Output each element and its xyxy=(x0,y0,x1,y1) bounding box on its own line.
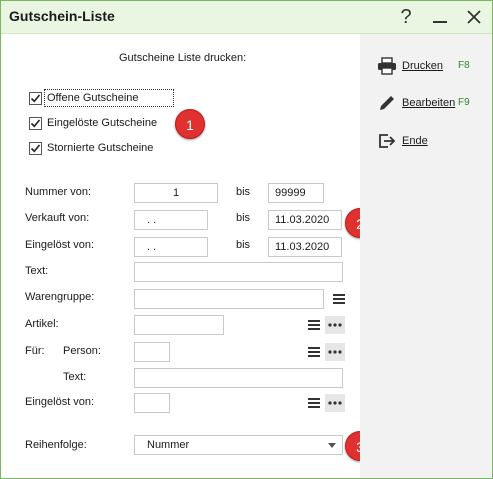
check-icon xyxy=(30,119,41,128)
more-icon xyxy=(328,350,342,354)
printer-icon xyxy=(376,56,398,76)
eingeloest-list-button[interactable] xyxy=(306,395,322,411)
end-label: Ende xyxy=(402,135,428,147)
action-sidebar: Drucken F8 Bearbeiten F9 Ende xyxy=(360,34,492,478)
window-title: Gutschein-Liste xyxy=(9,8,115,24)
checkbox-stornierte[interactable] xyxy=(29,142,42,155)
end-button[interactable]: Ende xyxy=(376,131,428,151)
artikel-label: Artikel: xyxy=(25,318,59,330)
eingeloest-more-button[interactable] xyxy=(325,394,345,412)
checkbox-eingeloeste-label[interactable]: Eingelöste Gutscheine xyxy=(47,117,157,129)
print-label: Drucken xyxy=(402,60,443,72)
minimize-icon xyxy=(433,21,447,23)
check-icon xyxy=(30,94,41,103)
reihenfolge-label: Reihenfolge: xyxy=(25,439,87,451)
reihenfolge-value: Nummer xyxy=(147,439,190,451)
print-header: Gutscheine Liste drucken: xyxy=(119,52,247,64)
person-field[interactable] xyxy=(134,342,170,362)
eingeloest-von-label: Eingelöst von: xyxy=(25,239,95,251)
warengruppe-field[interactable] xyxy=(134,289,324,309)
verkauft-von-label: Verkauft von: xyxy=(25,212,90,224)
warengruppe-label: Warengruppe: xyxy=(25,291,95,303)
verkauft-von-field[interactable]: . . xyxy=(134,210,208,230)
help-button[interactable]: ? xyxy=(393,5,419,29)
close-icon xyxy=(467,10,481,24)
artikel-list-button[interactable] xyxy=(306,317,322,333)
checkbox-offene-label[interactable]: Offene Gutscheine xyxy=(47,92,139,104)
more-icon xyxy=(328,401,342,405)
checkbox-eingeloeste[interactable] xyxy=(29,117,42,130)
person-list-button[interactable] xyxy=(306,344,322,360)
pencil-icon xyxy=(376,93,398,113)
eingeloest-von2-label: Eingelöst von: xyxy=(25,396,95,408)
print-button[interactable]: Drucken xyxy=(376,56,443,76)
reihenfolge-dropdown[interactable]: Nummer xyxy=(134,435,343,455)
artikel-more-button[interactable] xyxy=(325,316,345,334)
verkauft-bis-field[interactable]: 11.03.2020 xyxy=(268,210,342,230)
text-field[interactable] xyxy=(134,262,343,282)
title-bar: Gutschein-Liste ? xyxy=(1,1,492,34)
nummer-von-field[interactable]: 1 xyxy=(134,183,218,203)
eingeloest-von2-field[interactable] xyxy=(134,393,170,413)
nummer-bis-field[interactable]: 99999 xyxy=(268,183,324,203)
list-icon xyxy=(308,347,320,357)
person-more-button[interactable] xyxy=(325,343,345,361)
text-label: Text: xyxy=(25,265,49,277)
verkauft-bis-label: bis xyxy=(236,212,251,224)
edit-label: Bearbeiten xyxy=(402,97,456,109)
warengruppe-list-button[interactable] xyxy=(331,291,347,307)
edit-button[interactable]: Bearbeiten xyxy=(376,93,455,113)
checkbox-stornierte-label[interactable]: Stornierte Gutscheine xyxy=(47,142,153,154)
gutschein-liste-window: Gutschein-Liste ? Gutscheine Liste druck… xyxy=(0,0,493,479)
check-icon xyxy=(30,144,41,153)
exit-icon xyxy=(376,131,398,151)
minimize-button[interactable] xyxy=(427,5,453,29)
person-label: Person: xyxy=(63,345,101,357)
print-shortcut: F8 xyxy=(458,60,470,71)
list-icon xyxy=(333,294,345,304)
main-panel: Gutscheine Liste drucken: Offene Gutsche… xyxy=(1,34,375,478)
list-icon xyxy=(308,398,320,408)
close-button[interactable] xyxy=(461,5,487,29)
eingeloest-von-field[interactable]: . . xyxy=(134,237,208,257)
chevron-down-icon xyxy=(328,443,336,448)
eingeloest-bis-label: bis xyxy=(236,239,251,251)
fuer-text-label: Text: xyxy=(63,371,87,383)
checkbox-offene[interactable] xyxy=(29,92,42,105)
help-icon: ? xyxy=(400,5,412,28)
fuer-label: Für: xyxy=(25,345,45,357)
list-icon xyxy=(308,320,320,330)
edit-shortcut: F9 xyxy=(458,97,470,108)
more-icon xyxy=(328,323,342,327)
nummer-von-label: Nummer von: xyxy=(25,186,92,198)
fuer-text-field[interactable] xyxy=(134,368,343,388)
callout-badge-1: 1 xyxy=(175,109,205,139)
artikel-field[interactable] xyxy=(134,315,224,335)
nummer-bis-label: bis xyxy=(236,186,251,198)
eingeloest-bis-field[interactable]: 11.03.2020 xyxy=(268,237,342,257)
